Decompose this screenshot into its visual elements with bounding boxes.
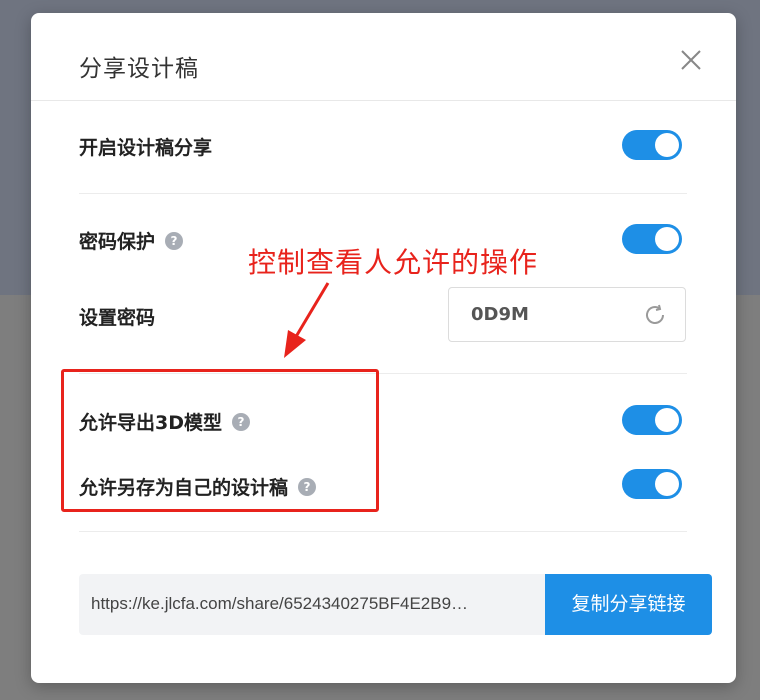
password-protect-toggle[interactable]: [622, 224, 682, 254]
help-icon[interactable]: ?: [165, 231, 184, 250]
password-protect-row: 密码保护 ?: [79, 227, 184, 254]
password-value: 0D9M: [471, 304, 529, 325]
allow-save-as-own-toggle[interactable]: [622, 469, 682, 499]
divider: [79, 193, 687, 194]
toggle-knob: [655, 227, 679, 251]
close-button[interactable]: [679, 48, 703, 72]
toggle-knob: [655, 408, 679, 432]
allow-export-3d-toggle[interactable]: [622, 405, 682, 435]
password-field[interactable]: 0D9M: [448, 287, 686, 342]
password-protect-label: 密码保护: [79, 231, 156, 253]
set-password-row: 设置密码: [79, 303, 155, 330]
share-dialog: 分享设计稿 开启设计稿分享 密码保护 ? 设置密码 0D9M 允许导出3D模型 …: [31, 13, 736, 683]
close-icon: [681, 50, 701, 70]
toggle-knob: [655, 133, 679, 157]
refresh-icon: [646, 304, 664, 324]
copy-share-link-button[interactable]: 复制分享链接: [545, 574, 712, 635]
dialog-header: 分享设计稿: [31, 13, 736, 101]
divider: [79, 531, 687, 532]
annotation-arrow: [284, 282, 330, 358]
enable-share-row: 开启设计稿分享: [79, 133, 212, 160]
toggle-knob: [655, 472, 679, 496]
enable-share-label: 开启设计稿分享: [79, 137, 213, 159]
set-password-label: 设置密码: [79, 307, 156, 329]
share-url[interactable]: https://ke.jlcfa.com/share/6524340275BF4…: [91, 594, 531, 614]
enable-share-toggle[interactable]: [622, 130, 682, 160]
refresh-password-button[interactable]: [643, 303, 667, 327]
annotation-highlight-box: [61, 369, 379, 512]
annotation-text: 控制查看人允许的操作: [248, 246, 539, 279]
dialog-title: 分享设计稿: [79, 56, 199, 82]
share-link-bar: https://ke.jlcfa.com/share/6524340275BF4…: [79, 574, 712, 635]
